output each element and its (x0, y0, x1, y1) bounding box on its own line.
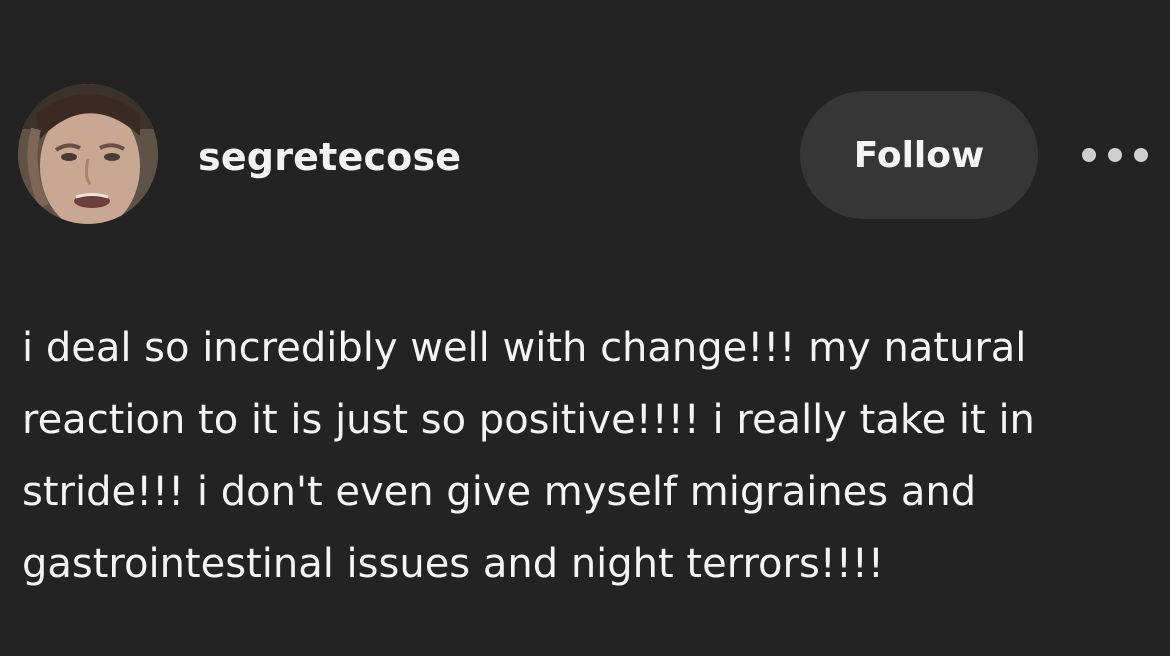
username[interactable]: segretecose (198, 135, 461, 179)
more-dot (1108, 148, 1122, 162)
avatar-image (18, 84, 158, 224)
follow-button[interactable]: Follow (800, 91, 1038, 219)
post-card: segretecose Follow i deal so incredibly … (0, 0, 1170, 656)
post-body-text: i deal so incredibly well with change!!!… (22, 325, 1035, 587)
avatar[interactable] (18, 84, 158, 224)
more-dot (1134, 148, 1148, 162)
more-horizontal-icon[interactable] (1082, 144, 1148, 166)
more-dot (1082, 148, 1096, 162)
